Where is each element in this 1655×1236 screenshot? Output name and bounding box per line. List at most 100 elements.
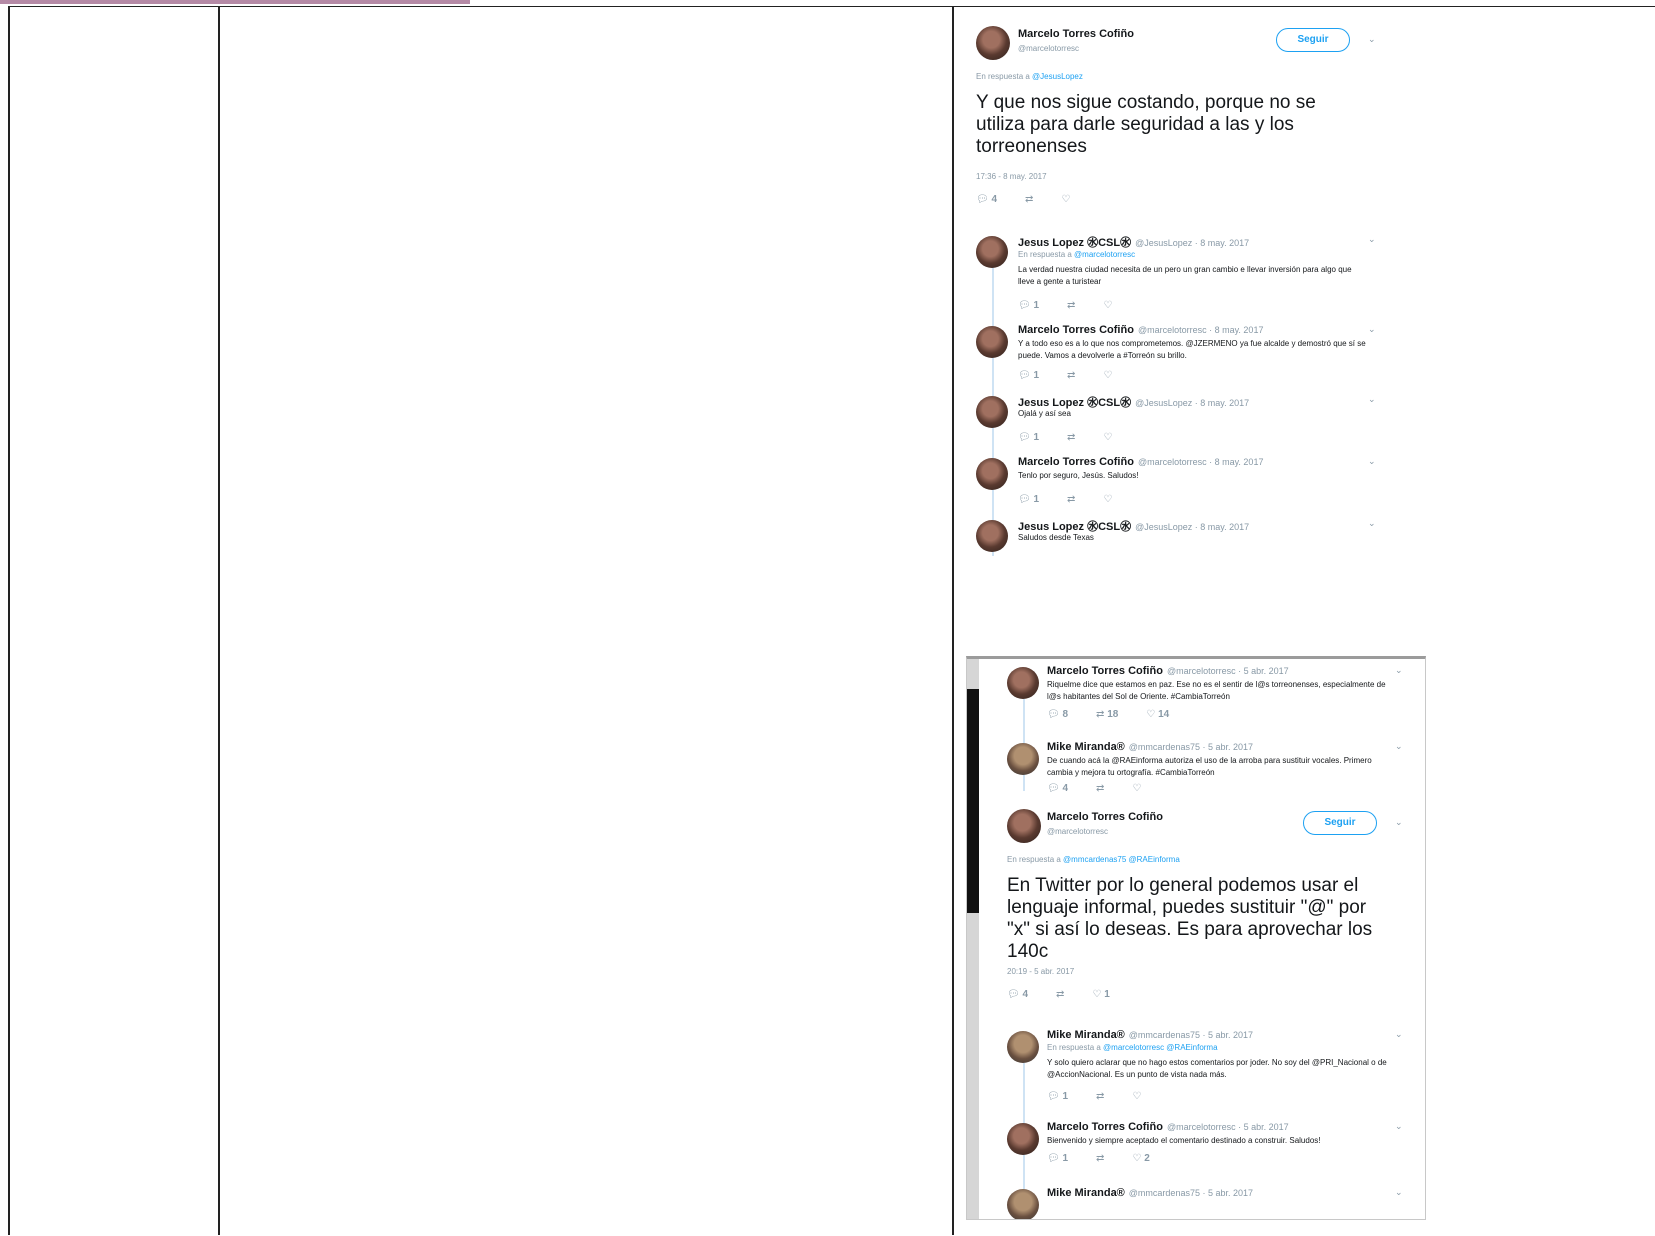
follow-button[interactable]: Seguir xyxy=(1303,811,1377,835)
retweet-icon[interactable]: ⇄ xyxy=(1056,989,1064,1000)
reply-author: Marcelo Torres Cofiño @marcelotorresc · 5… xyxy=(1047,1121,1289,1133)
retweet-icon[interactable]: ⇄ xyxy=(1096,1091,1104,1102)
reply-text: Tenlo por seguro, Jesús. Saludos! xyxy=(1018,471,1139,480)
reply-icon[interactable]: 💬︎ 4 xyxy=(976,194,997,205)
tweet-timestamp: 17:36 - 8 may. 2017 xyxy=(976,172,1047,181)
avatar xyxy=(976,520,1008,552)
chevron-down-icon[interactable]: ⌄ xyxy=(1368,324,1376,335)
like-icon[interactable]: ♡ xyxy=(1103,432,1112,443)
avatar xyxy=(976,26,1010,60)
in-reply-to: En respuesta a @marcelotorresc @RAEinfor… xyxy=(1047,1043,1218,1052)
reply-icon[interactable]: 💬︎ 1 xyxy=(1018,494,1039,505)
in-reply-to: En respuesta a @marcelotorresc xyxy=(1018,250,1136,259)
tweet-text: En Twitter por lo general podemos usar e… xyxy=(1007,875,1373,962)
reply-actions: 💬︎ 1 ⇄ ♡ xyxy=(1018,494,1140,505)
tweet-actions: 💬︎ 4 ⇄ ♡ 1 xyxy=(1007,989,1138,1000)
like-icon[interactable]: ♡ xyxy=(1132,783,1141,794)
reply-icon[interactable]: 💬︎ 8 xyxy=(1047,709,1068,720)
reply-text: Bienvenido y siempre aceptado el comenta… xyxy=(1047,1136,1321,1145)
reply-author: Marcelo Torres Cofiño @marcelotorresc · 5… xyxy=(1047,665,1289,677)
avatar xyxy=(1007,1189,1039,1219)
chevron-down-icon[interactable]: ⌄ xyxy=(1368,456,1376,467)
like-icon[interactable]: ♡ xyxy=(1132,1091,1141,1102)
like-icon[interactable]: ♡ 14 xyxy=(1146,709,1169,720)
retweet-icon[interactable]: ⇄ xyxy=(1025,194,1033,205)
reply-author: Mike Miranda® @mmcardenas75 · 5 abr. 2017 xyxy=(1047,1029,1253,1041)
follow-button[interactable]: Seguir xyxy=(1276,28,1350,52)
like-icon[interactable]: ♡ xyxy=(1103,300,1112,311)
window-side-bar xyxy=(967,659,979,1219)
chevron-down-icon[interactable]: ⌄ xyxy=(1368,394,1376,405)
reply-author: Mike Miranda® @mmcardenas75 · 5 abr. 2017 xyxy=(1047,741,1253,753)
reply-actions: 💬︎ 1 ⇄ ♡ 2 xyxy=(1047,1153,1178,1164)
retweet-icon[interactable]: ⇄ xyxy=(1067,300,1075,311)
reply-text: Riquelme dice que estamos en paz. Ese no… xyxy=(1047,680,1386,701)
retweet-icon[interactable]: ⇄ xyxy=(1096,783,1104,794)
reply-icon[interactable]: 💬︎ 1 xyxy=(1018,300,1039,311)
avatar xyxy=(976,326,1008,358)
tweet-timestamp: 20:19 - 5 abr. 2017 xyxy=(1007,967,1075,976)
author-name: Marcelo Torres Cofiño xyxy=(1018,28,1134,40)
tweet-text: Y que nos sigue costando, porque no se u… xyxy=(976,92,1316,157)
table-column-divider-2 xyxy=(952,6,954,1235)
window-side-bar-dark xyxy=(967,689,979,913)
author-handle: @marcelotorresc xyxy=(1018,44,1080,53)
avatar xyxy=(1007,743,1039,775)
avatar xyxy=(976,458,1008,490)
table-column-divider-1 xyxy=(218,6,220,1235)
avatar xyxy=(1007,1031,1039,1063)
like-icon[interactable]: ♡ 1 xyxy=(1092,989,1109,1000)
reply-text: Y a todo eso es a lo que nos comprometem… xyxy=(1018,339,1366,360)
reply-icon[interactable]: 💬︎ 1 xyxy=(1018,432,1039,443)
chevron-down-icon[interactable]: ⌄ xyxy=(1368,234,1376,245)
reply-text: Ojalá y así sea xyxy=(1018,409,1071,418)
avatar xyxy=(1007,809,1041,843)
avatar xyxy=(976,236,1008,268)
retweet-icon[interactable]: ⇄ xyxy=(1096,1153,1104,1164)
tweet-actions: 💬︎ 4 ⇄ ♡ xyxy=(976,194,1098,205)
table-border-left xyxy=(8,6,10,1235)
reply-text: De cuando acá la @RAEinforma autoriza el… xyxy=(1047,756,1372,777)
chevron-down-icon[interactable]: ⌄ xyxy=(1395,1121,1403,1132)
reply-text: La verdad nuestra ciudad necesita de un … xyxy=(1018,265,1352,286)
like-icon[interactable]: ♡ xyxy=(1103,494,1112,505)
chevron-down-icon[interactable]: ⌄ xyxy=(1395,817,1403,828)
like-icon[interactable]: ♡ xyxy=(1103,370,1112,381)
reply-actions: 💬︎ 4 ⇄ ♡ xyxy=(1047,783,1169,794)
reply-icon[interactable]: 💬︎ 1 xyxy=(1047,1153,1068,1164)
reply-actions: 💬︎ 1 ⇄ ♡ xyxy=(1018,300,1140,311)
avatar xyxy=(1007,1123,1039,1155)
chevron-down-icon[interactable]: ⌄ xyxy=(1395,741,1403,752)
like-icon[interactable]: ♡ xyxy=(1061,194,1070,205)
retweet-icon[interactable]: ⇄ xyxy=(1067,370,1075,381)
reply-icon[interactable]: 💬︎ 4 xyxy=(1007,989,1028,1000)
retweet-icon[interactable]: ⇄ 18 xyxy=(1096,709,1118,720)
reply-icon[interactable]: 💬︎ 1 xyxy=(1018,370,1039,381)
tweet-screenshot-2: Marcelo Torres Cofiño @marcelotorresc · 5… xyxy=(966,656,1426,1220)
tweet-screenshot-1: Marcelo Torres Cofiño @marcelotorresc Se… xyxy=(968,8,1388,580)
reply-actions: 💬︎ 1 ⇄ ♡ xyxy=(1047,1091,1169,1102)
top-color-strip xyxy=(0,0,470,4)
chevron-down-icon[interactable]: ⌄ xyxy=(1368,34,1376,45)
in-reply-to: En respuesta a @JesusLopez xyxy=(976,72,1083,81)
reply-author: Mike Miranda® @mmcardenas75 · 5 abr. 2017 xyxy=(1047,1187,1253,1199)
chevron-down-icon[interactable]: ⌄ xyxy=(1395,1029,1403,1040)
reply-actions: 💬︎ 1 ⇄ ♡ xyxy=(1018,370,1140,381)
reply-text: Saludos desde Texas xyxy=(1018,533,1094,542)
chevron-down-icon[interactable]: ⌄ xyxy=(1395,1187,1403,1198)
in-reply-to: En respuesta a @mmcardenas75 @RAEinforma xyxy=(1007,855,1180,864)
reply-actions: 💬︎ 1 ⇄ ♡ xyxy=(1018,432,1140,443)
retweet-icon[interactable]: ⇄ xyxy=(1067,494,1075,505)
author-name: Marcelo Torres Cofiño xyxy=(1047,811,1163,823)
chevron-down-icon[interactable]: ⌄ xyxy=(1368,518,1376,529)
avatar xyxy=(1007,667,1039,699)
reply-actions: 💬︎ 8 ⇄ 18 ♡ 14 xyxy=(1047,709,1197,720)
reply-icon[interactable]: 💬︎ 1 xyxy=(1047,1091,1068,1102)
reply-author: Jesus Lopez ㊌CSL㊌ @JesusLopez · 8 may. 20… xyxy=(1018,237,1250,249)
chevron-down-icon[interactable]: ⌄ xyxy=(1395,665,1403,676)
reply-author: Marcelo Torres Cofiño @marcelotorresc · 8… xyxy=(1018,456,1264,468)
author-handle: @marcelotorresc xyxy=(1047,827,1109,836)
like-icon[interactable]: ♡ 2 xyxy=(1132,1153,1149,1164)
retweet-icon[interactable]: ⇄ xyxy=(1067,432,1075,443)
reply-icon[interactable]: 💬︎ 4 xyxy=(1047,783,1068,794)
